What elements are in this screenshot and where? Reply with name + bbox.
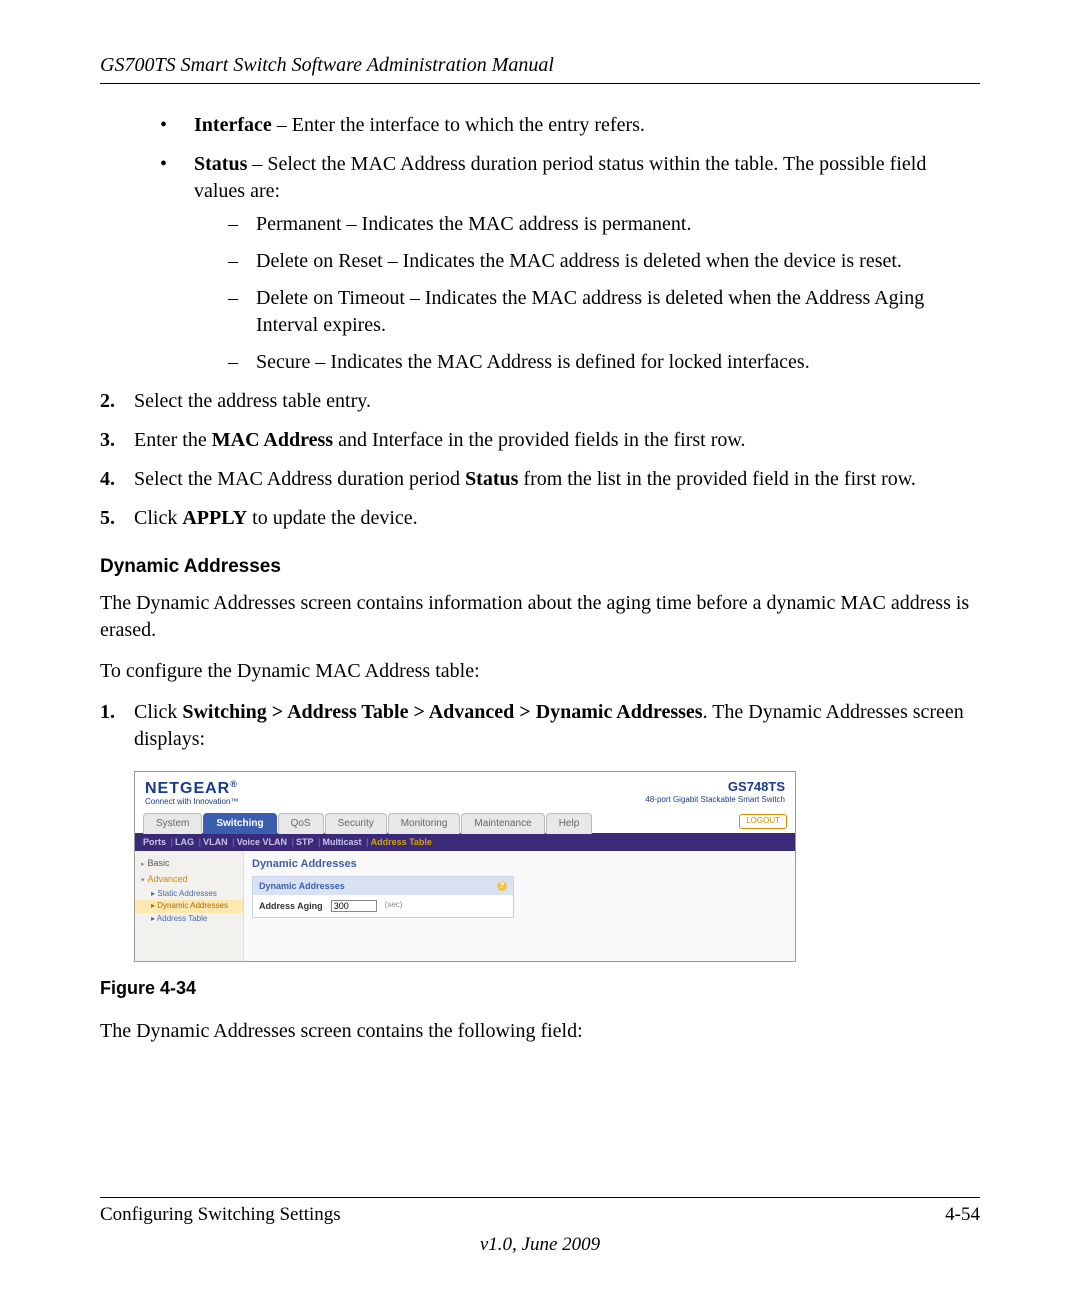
help-icon[interactable]: ?: [497, 881, 507, 891]
logo-tagline: Connect with Innovation™: [145, 797, 238, 808]
tab-switching[interactable]: Switching: [203, 813, 276, 834]
subtab-stp[interactable]: STP: [296, 836, 321, 848]
subtab-address-table[interactable]: Address Table: [371, 836, 432, 848]
panel-header: Dynamic Addresses ?: [253, 877, 513, 895]
screenshot: NETGEAR® Connect with Innovation™ GS748T…: [134, 771, 796, 962]
address-aging-input[interactable]: [331, 900, 377, 912]
step-3-num: 3.: [100, 427, 115, 454]
sidebar-basic[interactable]: Basic: [135, 855, 243, 871]
field-bullets: Interface – Enter the interface to which…: [160, 112, 980, 376]
step-4-num: 4.: [100, 466, 115, 493]
subtab-voice-vlan[interactable]: Voice VLAN: [237, 836, 294, 848]
step-3: 3. Enter the MAC Address and Interface i…: [100, 427, 980, 454]
status-permanent: Permanent – Indicates the MAC address is…: [228, 211, 980, 238]
figure-wrap: NETGEAR® Connect with Innovation™ GS748T…: [134, 771, 980, 962]
step-3-pre: Enter the: [134, 429, 212, 451]
desc-interface: – Enter the interface to which the entry…: [272, 114, 645, 136]
footer-left: Configuring Switching Settings: [100, 1204, 341, 1226]
step-2: 2. Select the address table entry.: [100, 388, 980, 415]
status-values: Permanent – Indicates the MAC address is…: [228, 211, 980, 376]
address-aging-unit: (sec): [385, 900, 403, 911]
sidebar-static-label: Static Addresses: [157, 889, 217, 898]
panel-body: Address Aging (sec): [253, 895, 513, 917]
sub-tabs: Ports LAG VLAN Voice VLAN STP Multicast …: [135, 833, 795, 851]
address-aging-label: Address Aging: [259, 900, 323, 912]
section-intro: The Dynamic Addresses screen contains in…: [100, 590, 980, 644]
steps-dynamic: 1. Click Switching > Address Table > Adv…: [100, 699, 980, 753]
step-4-post: from the list in the provided field in t…: [518, 468, 916, 490]
sidebar-address-table[interactable]: ▸ Address Table: [135, 913, 243, 926]
figure-caption: Figure 4-34: [100, 976, 980, 1000]
desc-status: – Select the MAC Address duration period…: [194, 153, 926, 202]
content-title: Dynamic Addresses: [252, 857, 787, 872]
main-tabs: System Switching QoS Security Monitoring…: [135, 812, 795, 833]
status-secure: Secure – Indicates the MAC Address is de…: [228, 349, 980, 376]
subtab-multicast[interactable]: Multicast: [323, 836, 369, 848]
panel-title: Dynamic Addresses: [259, 880, 345, 892]
term-status: Status: [194, 153, 247, 175]
steps-continued: 2. Select the address table entry. 3. En…: [100, 388, 980, 532]
page-footer: Configuring Switching Settings 4-54 v1.0…: [100, 1197, 980, 1256]
bullet-status: Status – Select the MAC Address duration…: [160, 151, 980, 376]
tab-qos[interactable]: QoS: [278, 813, 324, 834]
section-lead: To configure the Dynamic MAC Address tab…: [100, 658, 980, 685]
dyn-step-1-bold: Switching > Address Table > Advanced > D…: [182, 701, 702, 723]
step-2-text: Select the address table entry.: [134, 390, 371, 412]
step-4: 4. Select the MAC Address duration perio…: [100, 466, 980, 493]
section-heading: Dynamic Addresses: [100, 554, 980, 580]
footer-version: v1.0, June 2009: [100, 1234, 980, 1256]
tab-system[interactable]: System: [143, 813, 202, 834]
sidebar-dynamic-addresses[interactable]: ▸ Dynamic Addresses: [135, 900, 243, 913]
tab-maintenance[interactable]: Maintenance: [461, 813, 544, 834]
subtab-lag[interactable]: LAG: [175, 836, 201, 848]
bullet-interface: Interface – Enter the interface to which…: [160, 112, 980, 139]
sidebar-advanced[interactable]: Advanced: [135, 871, 243, 887]
subtab-vlan[interactable]: VLAN: [203, 836, 235, 848]
tab-help[interactable]: Help: [546, 813, 593, 834]
tab-security[interactable]: Security: [325, 813, 387, 834]
dyn-step-1: 1. Click Switching > Address Table > Adv…: [100, 699, 980, 753]
logo-text: NETGEAR: [145, 780, 230, 797]
step-3-bold: MAC Address: [212, 429, 333, 451]
header-rule: [100, 83, 980, 84]
page: GS700TS Smart Switch Software Administra…: [0, 0, 1080, 1296]
panel: Dynamic Addresses ? Address Aging (sec): [252, 876, 514, 918]
logout-button[interactable]: LOGOUT: [739, 814, 787, 829]
subtab-ports[interactable]: Ports: [143, 836, 173, 848]
content-area: Dynamic Addresses Dynamic Addresses ? Ad…: [244, 851, 795, 961]
logo-block: NETGEAR® Connect with Innovation™: [145, 778, 238, 808]
step-5-post: to update the device.: [247, 507, 418, 529]
step-5: 5. Click APPLY to update the device.: [100, 505, 980, 532]
model-block: GS748TS 48-port Gigabit Stackable Smart …: [645, 778, 785, 806]
tab-monitoring[interactable]: Monitoring: [388, 813, 461, 834]
step-5-pre: Click: [134, 507, 182, 529]
step-2-num: 2.: [100, 388, 115, 415]
sidebar-dynamic-label: Dynamic Addresses: [157, 901, 228, 910]
status-delete-timeout: Delete on Timeout – Indicates the MAC ad…: [228, 285, 980, 339]
step-3-post: and Interface in the provided fields in …: [333, 429, 745, 451]
term-interface: Interface: [194, 114, 272, 136]
body-content: Interface – Enter the interface to which…: [100, 112, 980, 1045]
running-header: GS700TS Smart Switch Software Administra…: [100, 54, 980, 77]
model-number: GS748TS: [645, 778, 785, 796]
after-figure-text: The Dynamic Addresses screen contains th…: [100, 1018, 980, 1045]
footer-rule: [100, 1197, 980, 1198]
logo-r: ®: [230, 779, 238, 789]
sidebar-static-addresses[interactable]: ▸ Static Addresses: [135, 888, 243, 901]
step-4-bold: Status: [465, 468, 518, 490]
sidebar-addrtable-label: Address Table: [157, 914, 208, 923]
dyn-step-1-num: 1.: [100, 699, 115, 726]
step-4-pre: Select the MAC Address duration period: [134, 468, 465, 490]
netgear-logo: NETGEAR®: [145, 778, 238, 800]
sidebar: Basic Advanced ▸ Static Addresses ▸ Dyna…: [135, 851, 244, 961]
screenshot-header: NETGEAR® Connect with Innovation™ GS748T…: [135, 772, 795, 812]
step-5-num: 5.: [100, 505, 115, 532]
footer-page: 4-54: [945, 1204, 980, 1226]
step-5-bold: APPLY: [182, 507, 247, 529]
dyn-step-1-pre: Click: [134, 701, 182, 723]
footer-row: Configuring Switching Settings 4-54: [100, 1204, 980, 1226]
screenshot-body: Basic Advanced ▸ Static Addresses ▸ Dyna…: [135, 851, 795, 961]
status-delete-reset: Delete on Reset – Indicates the MAC addr…: [228, 248, 980, 275]
model-desc: 48-port Gigabit Stackable Smart Switch: [645, 795, 785, 806]
